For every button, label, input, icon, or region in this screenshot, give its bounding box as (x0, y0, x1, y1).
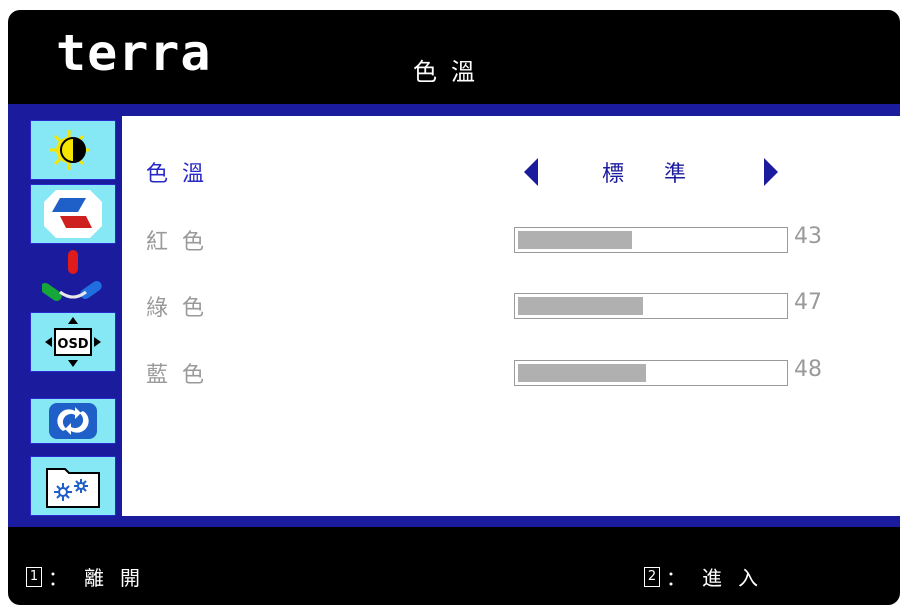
osd-position-icon: OSD (45, 317, 101, 367)
brand-logo: terra (56, 24, 212, 82)
key-2-icon: 2 (644, 566, 660, 587)
color-temp-label: 色溫 (146, 162, 219, 187)
settings-folder-icon (46, 468, 100, 508)
arrow-left-icon[interactable] (524, 158, 538, 186)
page-title: 色溫 (413, 58, 489, 86)
enter-hint: 2 ：進入 (644, 562, 774, 591)
sidebar-item-reset[interactable] (30, 398, 116, 444)
image-position-icon (44, 190, 102, 238)
key-1-icon: 1 (26, 566, 42, 587)
red-slider[interactable] (514, 227, 788, 253)
blue-slider-fill (518, 364, 646, 382)
blue-value: 48 (794, 357, 822, 382)
sidebar: OSD (8, 116, 122, 516)
green-slider-fill (518, 297, 643, 315)
exit-label: ：離開 (48, 566, 156, 590)
green-slider[interactable] (514, 293, 788, 319)
main-panel: 色溫 標準 紅色 43 綠色 47 藍色 48 (122, 116, 900, 516)
osd-window: terra 色溫 OSD 色溫 標準 紅色 43 綠色 47 藍色 48 1 ：… (8, 10, 900, 605)
footer: 1 ：離開 2 ：進入 (8, 527, 900, 605)
top-divider (8, 104, 900, 116)
bottom-divider (8, 516, 900, 527)
arrow-right-icon[interactable] (764, 158, 778, 186)
green-value: 47 (794, 290, 822, 315)
green-label: 綠色 (146, 296, 219, 321)
sidebar-item-image[interactable] (30, 184, 116, 244)
red-label: 紅色 (146, 230, 219, 255)
blue-slider[interactable] (514, 360, 788, 386)
red-value: 43 (794, 224, 822, 249)
color-icon (42, 250, 102, 302)
color-temp-value[interactable]: 標準 (602, 156, 726, 188)
sidebar-item-brightness[interactable] (30, 120, 116, 180)
brightness-contrast-icon (49, 130, 89, 170)
sidebar-item-osd[interactable]: OSD (30, 312, 116, 372)
reset-icon (49, 403, 97, 439)
red-slider-fill (518, 231, 632, 249)
svg-text:OSD: OSD (57, 337, 88, 352)
blue-label: 藍色 (146, 363, 219, 388)
enter-label: ：進入 (666, 566, 774, 590)
header: terra 色溫 (8, 10, 900, 104)
exit-hint: 1 ：離開 (26, 562, 156, 591)
sidebar-item-settings[interactable] (30, 456, 116, 516)
sidebar-item-color[interactable] (30, 248, 116, 308)
